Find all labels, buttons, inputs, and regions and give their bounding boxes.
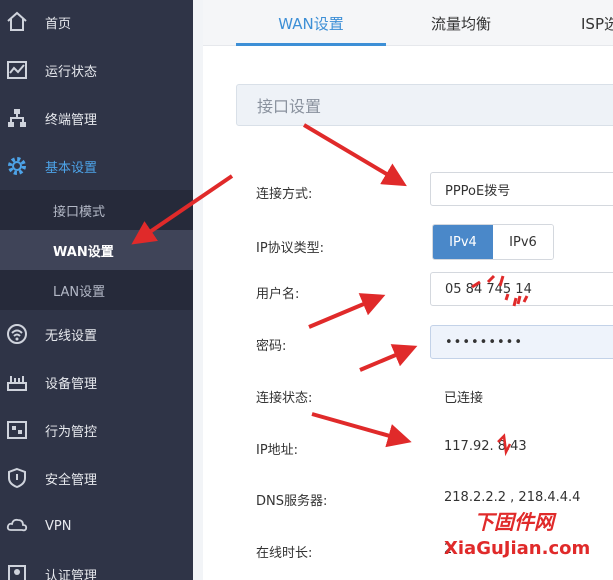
watermark-url: XiaGuJian.com bbox=[444, 538, 591, 559]
app-window: 首页 运行状态 终端管理 基本设置 接口模式 WAN设置 LAN设置 无线设置 … bbox=[0, 0, 613, 580]
redaction-marks bbox=[471, 274, 529, 457]
watermark-title: 下固件网 bbox=[474, 510, 554, 534]
